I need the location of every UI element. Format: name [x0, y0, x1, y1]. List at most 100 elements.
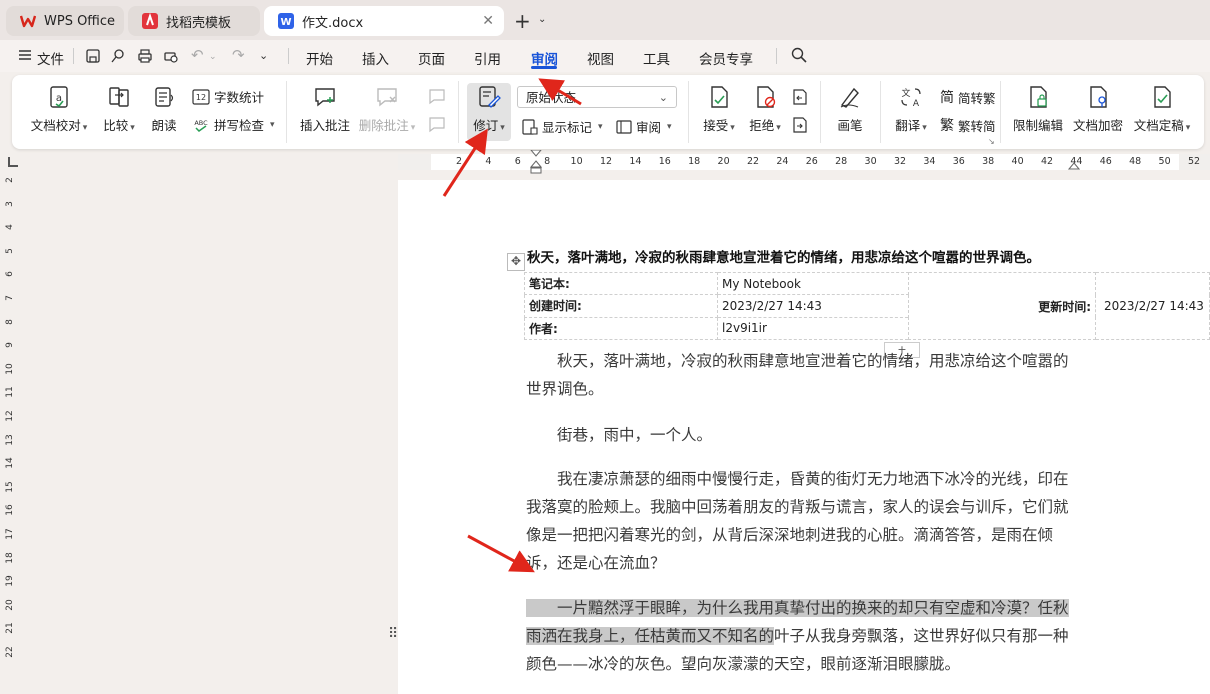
insert-comment-button[interactable]: 插入批注: [298, 85, 352, 134]
active-tab-indicator: [531, 66, 557, 69]
review-pane-button[interactable]: 审阅 ▾: [616, 117, 672, 136]
ruler-tick: 26: [805, 156, 818, 167]
save-icon[interactable]: [85, 48, 101, 64]
redo-icon[interactable]: ↷: [232, 46, 245, 64]
word-count-button[interactable]: 12 字数统计: [192, 87, 264, 106]
previous-change-icon[interactable]: [791, 88, 809, 106]
author-label: 作者:: [524, 316, 718, 341]
ruler-tick: 15: [5, 481, 15, 493]
tab-docer[interactable]: 找稻壳模板: [128, 6, 260, 36]
ruler-tick: 9: [5, 342, 15, 349]
tab-list-chevron-down-icon[interactable]: ⌄: [538, 14, 546, 25]
menu-home[interactable]: 开始: [306, 48, 333, 68]
svg-text:ABC: ABC: [194, 119, 208, 127]
ruler-tick: 38: [982, 156, 995, 167]
ruler-tick: 14: [5, 457, 15, 469]
menu-tools[interactable]: 工具: [643, 48, 670, 68]
finalize-label: 文档定稿: [1133, 118, 1184, 133]
review-status-select[interactable]: 原始状态 ⌄: [517, 86, 677, 108]
restrict-edit-icon: [1030, 86, 1047, 108]
menu-membership[interactable]: 会员专享: [699, 48, 753, 68]
ruler-tick: 21: [5, 622, 15, 635]
ruler-tick: 7: [5, 295, 15, 301]
tab-document[interactable]: W 作文.docx ✕: [264, 6, 504, 36]
menu-references[interactable]: 引用: [474, 48, 501, 68]
drag-handle-icon[interactable]: ⠿: [388, 626, 398, 642]
ruler-tick: 11: [5, 386, 15, 399]
accept-label: 接受: [703, 118, 729, 133]
show-markup-button[interactable]: 显示标记 ▾: [522, 117, 603, 136]
reject-button[interactable]: 拒绝 ▾: [744, 85, 786, 134]
new-tab-plus-icon[interactable]: +: [514, 9, 531, 33]
proofread-button[interactable]: a 文档校对 ▾: [28, 85, 90, 134]
horizontal-ruler[interactable]: 2 4 6 8 10 12 14 16 18 20 22 24 26 28 30 32 34 36 38 40 42 44…: [398, 150, 1210, 174]
simplified-to-traditional-icon: 简: [940, 90, 954, 106]
search-icon[interactable]: [791, 47, 807, 63]
menu-file[interactable]: 文件: [37, 48, 64, 68]
divider: [820, 81, 821, 143]
more-chevron-down-icon[interactable]: ⌄: [259, 49, 268, 62]
read-aloud-button[interactable]: 朗读: [147, 85, 181, 134]
ruler-tick: 50: [1158, 156, 1171, 167]
word-doc-icon: W: [278, 13, 294, 29]
ruler-tick: 52: [1187, 156, 1201, 167]
spell-check-button[interactable]: ABC 拼写检查 ▾: [192, 115, 274, 134]
pen-button[interactable]: 画笔: [832, 85, 868, 134]
next-comment-icon[interactable]: [428, 116, 446, 134]
ruler-tick: 46: [1099, 156, 1112, 167]
ruler-tick: 10: [5, 363, 15, 375]
paragraph-2: 街巷，雨中，一个人。: [526, 426, 713, 444]
accept-button[interactable]: 接受 ▾: [698, 85, 740, 134]
vertical-ruler[interactable]: 2 3 4 5 6 7 8 9 10 11 12 13 14 15 16 17 18 19 20 21 22: [0, 177, 18, 694]
tab-wps-office[interactable]: WPS Office: [6, 6, 124, 36]
print-preview-icon[interactable]: [163, 48, 179, 64]
traditional-to-simplified-icon: 繁: [940, 118, 954, 134]
tab-label: WPS Office: [44, 13, 116, 29]
track-changes-button[interactable]: 修订 ▾: [467, 85, 511, 134]
right-indent-marker-icon[interactable]: [1068, 162, 1080, 172]
tab-label: 找稻壳模板: [166, 15, 232, 31]
export-icon[interactable]: [110, 48, 126, 64]
notebook-value: My Notebook: [717, 271, 909, 296]
previous-comment-icon[interactable]: [428, 88, 446, 106]
close-icon[interactable]: ✕: [482, 13, 494, 29]
next-change-icon[interactable]: [791, 116, 809, 134]
ruler-tick: 2: [5, 177, 15, 183]
review-ribbon: a 文档校对 ▾ 比较 ▾ 朗读 12 字数统计 ABC 拼写检查 ▾ 插入批注 删除…: [12, 75, 1204, 149]
word-count-icon: 12: [192, 88, 210, 105]
hamburger-menu-icon[interactable]: [19, 49, 31, 61]
tab-stop-icon[interactable]: [8, 157, 18, 167]
indent-marker-icon[interactable]: [530, 150, 542, 174]
undo-chevron-down-icon[interactable]: ⌄: [209, 52, 217, 62]
print-icon[interactable]: [137, 48, 153, 64]
wps-logo-icon: [20, 15, 36, 28]
word-count-label: 字数统计: [214, 90, 265, 105]
group-launcher-icon[interactable]: ↘: [988, 137, 995, 146]
divider: [688, 81, 689, 143]
show-markup-label: 显示标记: [542, 120, 593, 135]
insert-comment-label: 插入批注: [299, 118, 350, 133]
menu-bar: 文件 ↶ ⌄ ↷ ⌄ 开始 插入 页面 引用 审阅 视图 工具 会员专享: [0, 40, 1210, 72]
ruler-tick: 4: [5, 224, 15, 231]
menu-insert[interactable]: 插入: [362, 48, 389, 68]
compare-button[interactable]: 比较 ▾: [98, 85, 140, 134]
chevron-down-icon: ▾: [667, 121, 672, 132]
menu-review[interactable]: 审阅: [531, 48, 558, 68]
to-simplified-button[interactable]: 繁 繁转简: [940, 115, 996, 135]
ruler-tick: 19: [5, 575, 15, 587]
restrict-edit-button[interactable]: 限制编辑: [1010, 85, 1066, 134]
undo-icon[interactable]: ↶: [191, 46, 204, 64]
delete-comment-button[interactable]: 删除批注 ▾: [358, 85, 416, 134]
translate-button[interactable]: 文A 翻译 ▾: [890, 85, 932, 134]
restrict-edit-label: 限制编辑: [1012, 118, 1063, 133]
menu-view[interactable]: 视图: [587, 48, 614, 68]
review-pane-icon: [616, 119, 632, 134]
to-traditional-label: 简转繁: [958, 90, 996, 106]
notebook-label: 笔记本:: [524, 271, 718, 296]
menu-page[interactable]: 页面: [418, 48, 445, 68]
svg-text:12: 12: [196, 93, 206, 102]
table-move-handle-icon[interactable]: ✥: [507, 253, 525, 271]
finalize-button[interactable]: 文档定稿 ▾: [1130, 85, 1194, 134]
encrypt-button[interactable]: 文档加密: [1070, 85, 1126, 134]
to-traditional-button[interactable]: 简 简转繁: [940, 87, 996, 107]
